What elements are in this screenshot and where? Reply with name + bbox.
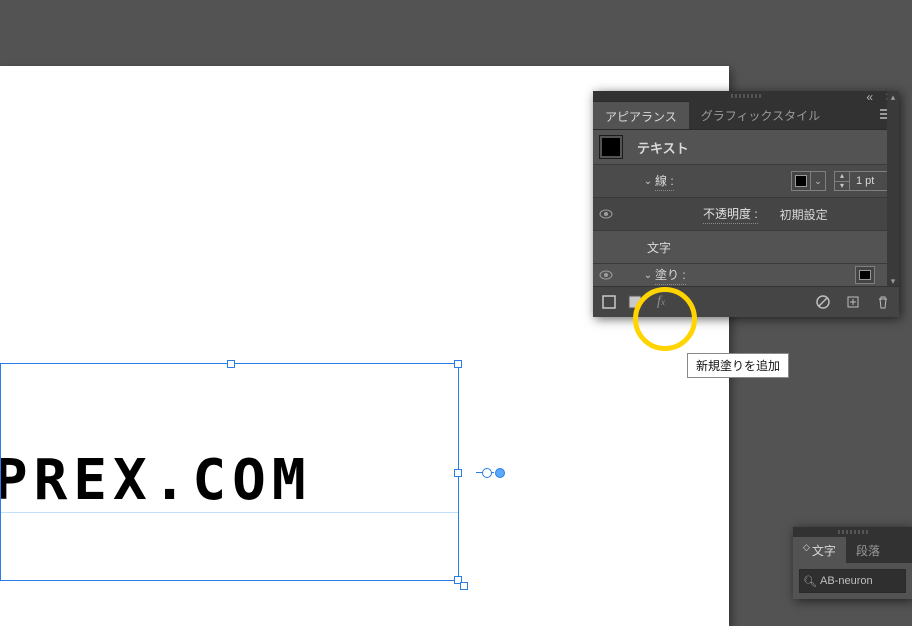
scroll-up-icon[interactable]: ▴	[887, 91, 899, 103]
font-family-value[interactable]: AB-neuron	[820, 575, 873, 587]
duplicate-item-button[interactable]	[845, 294, 861, 310]
resize-handle-n[interactable]	[227, 360, 235, 368]
target-swatch[interactable]	[599, 135, 623, 159]
expand-stroke-icon[interactable]: ⌄	[641, 176, 655, 187]
overflow-handle[interactable]	[460, 582, 468, 590]
stepper-up-icon[interactable]: ▴	[835, 172, 849, 182]
target-row[interactable]: テキスト	[593, 130, 899, 164]
panel-scrollbar[interactable]	[887, 91, 899, 287]
panel-drag-bar[interactable]: « ×	[593, 91, 899, 101]
appearance-panel[interactable]: « × アピアランス グラフィックスタイル テキスト ⌄ 線 : ⌄	[593, 91, 899, 317]
font-family-input[interactable]: 🔍︎ AB-neuron	[799, 569, 906, 593]
text-outport[interactable]	[482, 468, 492, 478]
fill-row[interactable]: ⌄ 塗り :	[593, 263, 899, 286]
add-fill-button[interactable]	[627, 294, 643, 310]
clear-appearance-button[interactable]	[815, 294, 831, 310]
visibility-toggle-opacity[interactable]	[593, 209, 619, 219]
text-outport-dot[interactable]	[495, 468, 505, 478]
character-label: 文字	[647, 239, 671, 256]
panel-tabs: アピアランス グラフィックスタイル	[593, 101, 899, 129]
baseline-guide	[1, 512, 458, 513]
char-panel-drag-bar[interactable]	[793, 527, 912, 537]
panel-grip	[731, 94, 761, 98]
resize-handle-ne[interactable]	[454, 360, 462, 368]
opacity-value[interactable]: 初期設定	[780, 206, 828, 223]
resize-handle-e[interactable]	[454, 469, 462, 477]
panel-grip	[838, 530, 868, 534]
tab-appearance[interactable]: アピアランス	[593, 101, 689, 129]
stroke-label[interactable]: 線 :	[655, 172, 674, 191]
add-effect-button[interactable]: fx	[653, 294, 669, 310]
stroke-weight-input[interactable]: ▴ ▾ 1 pt	[834, 171, 893, 191]
character-panel[interactable]: ◇文字 段落 🔍︎ AB-neuron	[793, 527, 912, 599]
delete-item-button[interactable]	[875, 294, 891, 310]
stroke-swatch[interactable]	[791, 171, 811, 191]
tooltip-add-fill: 新規塗りを追加	[687, 353, 789, 378]
pin-icon: ◇	[803, 542, 810, 552]
opacity-row[interactable]: 不透明度 : 初期設定	[593, 197, 899, 230]
target-label: テキスト	[637, 138, 689, 157]
stroke-weight-stepper[interactable]: ▴ ▾	[835, 172, 850, 191]
panel-footer: fx	[593, 286, 899, 317]
tab-character[interactable]: ◇文字	[793, 537, 846, 563]
add-stroke-button[interactable]	[601, 294, 617, 310]
stroke-weight-value[interactable]: 1 pt	[850, 175, 892, 187]
opacity-label[interactable]: 不透明度 :	[703, 205, 758, 224]
expand-fill-icon[interactable]: ⌄	[641, 270, 655, 281]
collapse-panel-icon[interactable]: «	[866, 90, 873, 104]
tab-paragraph[interactable]: 段落	[846, 537, 890, 563]
text-frame-selection[interactable]	[0, 363, 459, 581]
char-panel-tabs: ◇文字 段落	[793, 537, 912, 563]
fill-label[interactable]: 塗り :	[655, 266, 686, 285]
panel-body: テキスト ⌄ 線 : ⌄ ▴ ▾ 1 pt	[593, 129, 899, 286]
fill-swatch[interactable]	[855, 266, 875, 284]
visibility-toggle-fill[interactable]	[593, 270, 619, 280]
stepper-down-icon[interactable]: ▾	[835, 182, 849, 191]
tab-graphic-styles[interactable]: グラフィックスタイル	[689, 101, 832, 129]
character-row[interactable]: 文字	[593, 230, 899, 263]
search-icon: 🔍︎	[800, 575, 820, 588]
stroke-row[interactable]: ⌄ 線 : ⌄ ▴ ▾ 1 pt	[593, 164, 899, 197]
stroke-swatch-dropdown[interactable]: ⌄	[811, 171, 826, 191]
